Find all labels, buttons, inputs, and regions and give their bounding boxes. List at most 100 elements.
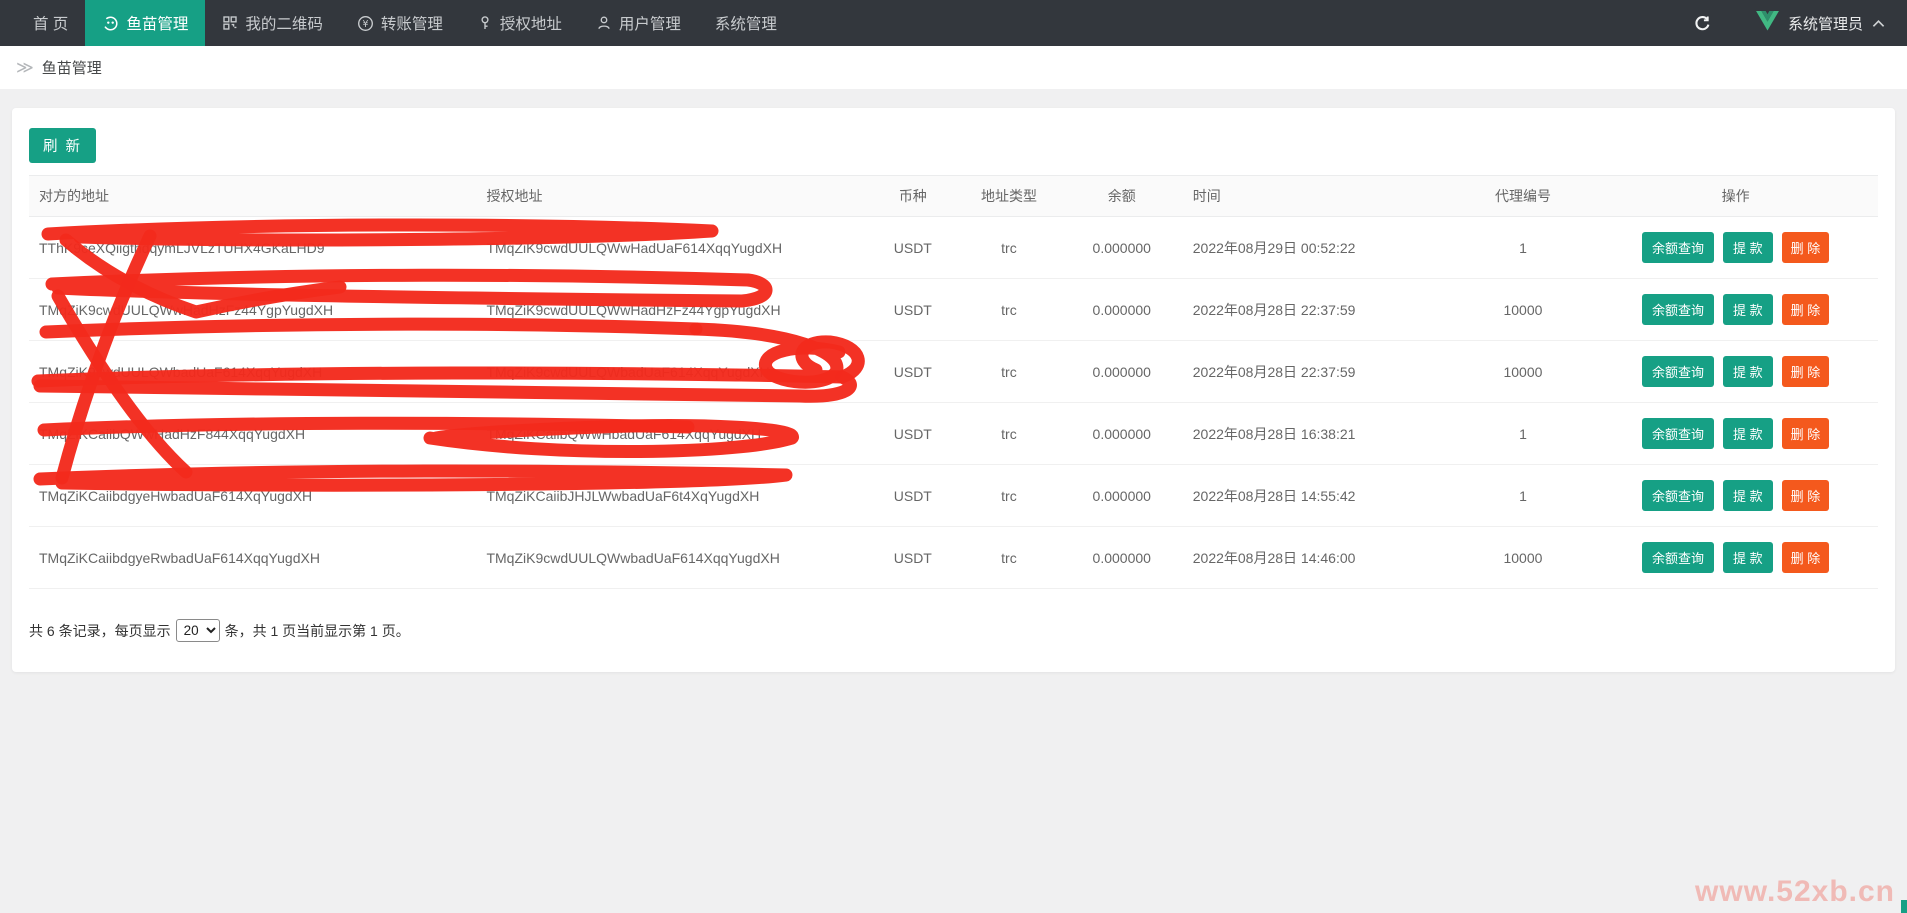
withdraw-button[interactable]: 提 款 <box>1723 480 1773 511</box>
fry-management-panel: 刷 新 对方的地址 授权地址 币种 地址类型 余额 时间 代理编号 操作 TTh… <box>12 108 1895 672</box>
address-type: trc <box>957 527 1061 589</box>
balance-query-button[interactable]: 余额查询 <box>1642 232 1714 263</box>
time: 2022年08月28日 14:55:42 <box>1183 465 1453 527</box>
header-balance: 余额 <box>1061 176 1183 217</box>
navbar-right-controls: 系统管理员 <box>1693 0 1891 46</box>
nav-item-authorized-address[interactable]: 授权地址 <box>460 0 579 46</box>
nav-item-home[interactable]: 首 页 <box>16 0 85 46</box>
chevron-up-icon <box>1872 15 1885 32</box>
breadcrumb-label: 鱼苗管理 <box>42 57 102 78</box>
current-user-name: 系统管理员 <box>1788 13 1863 34</box>
svg-text:¥: ¥ <box>362 18 368 29</box>
vue-logo-icon <box>1756 11 1779 35</box>
coin: USDT <box>868 465 957 527</box>
nav-item-label: 首 页 <box>33 12 68 34</box>
balance-query-button[interactable]: 余额查询 <box>1642 356 1714 387</box>
watermark: www.52xb.cn <box>1695 875 1895 909</box>
time: 2022年08月28日 22:37:59 <box>1183 279 1453 341</box>
table-header-row: 对方的地址 授权地址 币种 地址类型 余额 时间 代理编号 操作 <box>29 176 1878 217</box>
header-actions: 操作 <box>1593 176 1878 217</box>
refresh-icon[interactable] <box>1693 14 1712 33</box>
address-type: trc <box>957 465 1061 527</box>
nav-item-system-management[interactable]: 系统管理 <box>698 0 794 46</box>
withdraw-button[interactable]: 提 款 <box>1723 418 1773 449</box>
address-type: trc <box>957 403 1061 465</box>
agent-no: 10000 <box>1453 341 1594 403</box>
address-type: trc <box>957 217 1061 279</box>
time: 2022年08月28日 16:38:21 <box>1183 403 1453 465</box>
nav-item-my-qrcode[interactable]: 我的二维码 <box>205 0 340 46</box>
table-row: TThK9ceXQiigthdqymLJVLzTUHX4GKaLHD9 TMqZ… <box>29 217 1878 279</box>
nav-menu: 首 页 鱼苗管理 我的二维码 ¥ 转账管理 授权地址 <box>16 0 794 46</box>
agent-no: 1 <box>1453 465 1594 527</box>
pagination-suffix: 条，共 1 页当前显示第 1 页。 <box>225 621 410 641</box>
balance-query-button[interactable]: 余额查询 <box>1642 418 1714 449</box>
table-row: TMqZiKCaiibQWwHadHzF844XqqYugdXH TMqZiKC… <box>29 403 1878 465</box>
nav-item-label: 转账管理 <box>381 12 443 34</box>
auth-address: TMqZiKCaiibJHJLWwbadUaF6t4XqYugdXH <box>476 465 868 527</box>
nav-item-label: 授权地址 <box>500 12 562 34</box>
header-time: 时间 <box>1183 176 1453 217</box>
nav-item-fry-management[interactable]: 鱼苗管理 <box>85 0 205 46</box>
withdraw-button[interactable]: 提 款 <box>1723 294 1773 325</box>
auth-address: TMqZiK9cwdUULQWwHadUaF614XqqYugdXH <box>476 217 868 279</box>
balance: 0.000000 <box>1061 341 1183 403</box>
time: 2022年08月28日 22:37:59 <box>1183 341 1453 403</box>
qrcode-icon <box>222 15 238 31</box>
key-icon <box>477 15 493 31</box>
delete-button[interactable]: 删 除 <box>1782 542 1830 573</box>
table-row: TMqZiKCaiibdgyeRwbadUaF614XqqYugdXH TMqZ… <box>29 527 1878 589</box>
auth-address: TMqZiK9cwdUULQWwbadUaF614XqqYugdXH <box>476 527 868 589</box>
user-menu[interactable]: 系统管理员 <box>1756 11 1885 35</box>
agent-no: 1 <box>1453 217 1594 279</box>
delete-button[interactable]: 删 除 <box>1782 418 1830 449</box>
nav-item-user-management[interactable]: 用户管理 <box>579 0 698 46</box>
delete-button[interactable]: 删 除 <box>1782 232 1830 263</box>
refresh-button[interactable]: 刷 新 <box>29 128 96 163</box>
peer-address: TMqZiK9cwdUULQWbadUaF614XqqYugdXH <box>29 341 476 403</box>
header-coin: 币种 <box>868 176 957 217</box>
withdraw-button[interactable]: 提 款 <box>1723 356 1773 387</box>
balance-query-button[interactable]: 余额查询 <box>1642 542 1714 573</box>
agent-no: 10000 <box>1453 527 1594 589</box>
coin: USDT <box>868 341 957 403</box>
balance-query-button[interactable]: 余额查询 <box>1642 480 1714 511</box>
nav-item-transfer-management[interactable]: ¥ 转账管理 <box>340 0 460 46</box>
balance: 0.000000 <box>1061 217 1183 279</box>
peer-address: TMqZiKCaiibdgyeHwbadUaF614XqYugdXH <box>29 465 476 527</box>
header-auth-address: 授权地址 <box>476 176 868 217</box>
nav-item-label: 鱼苗管理 <box>126 12 188 34</box>
balance: 0.000000 <box>1061 465 1183 527</box>
peer-address: TMqZiK9cwdUULQWwHadHzFz44YgpYugdXH <box>29 279 476 341</box>
withdraw-button[interactable]: 提 款 <box>1723 232 1773 263</box>
nav-item-label: 我的二维码 <box>245 12 323 34</box>
delete-button[interactable]: 删 除 <box>1782 480 1830 511</box>
peer-address: TMqZiKCaiibQWwHadHzF844XqqYugdXH <box>29 403 476 465</box>
header-agent-no: 代理编号 <box>1453 176 1594 217</box>
auth-address: TMqZiK9cwdUULQWwHadHzFz44YgpYugdXH <box>476 279 868 341</box>
yen-circle-icon: ¥ <box>357 15 374 32</box>
address-type: trc <box>957 279 1061 341</box>
withdraw-button[interactable]: 提 款 <box>1723 542 1773 573</box>
coin: USDT <box>868 403 957 465</box>
pagination-prefix: 共 6 条记录，每页显示 <box>29 621 171 641</box>
nav-item-label: 系统管理 <box>715 12 777 34</box>
top-navbar: 首 页 鱼苗管理 我的二维码 ¥ 转账管理 授权地址 <box>0 0 1907 46</box>
page-size-select[interactable]: 20 <box>176 619 220 642</box>
coin: USDT <box>868 279 957 341</box>
user-icon <box>596 15 612 31</box>
balance: 0.000000 <box>1061 527 1183 589</box>
coin: USDT <box>868 527 957 589</box>
balance: 0.000000 <box>1061 403 1183 465</box>
agent-no: 1 <box>1453 403 1594 465</box>
spinner-circle-icon <box>102 15 119 32</box>
breadcrumb: ≫ 鱼苗管理 <box>0 46 1907 89</box>
peer-address: TThK9ceXQiigthdqymLJVLzTUHX4GKaLHD9 <box>29 217 476 279</box>
time: 2022年08月28日 14:46:00 <box>1183 527 1453 589</box>
peer-address: TMqZiKCaiibdgyeRwbadUaF614XqqYugdXH <box>29 527 476 589</box>
header-address-type: 地址类型 <box>957 176 1061 217</box>
breadcrumb-arrows-icon: ≫ <box>16 59 34 76</box>
delete-button[interactable]: 删 除 <box>1782 356 1830 387</box>
balance-query-button[interactable]: 余额查询 <box>1642 294 1714 325</box>
delete-button[interactable]: 删 除 <box>1782 294 1830 325</box>
